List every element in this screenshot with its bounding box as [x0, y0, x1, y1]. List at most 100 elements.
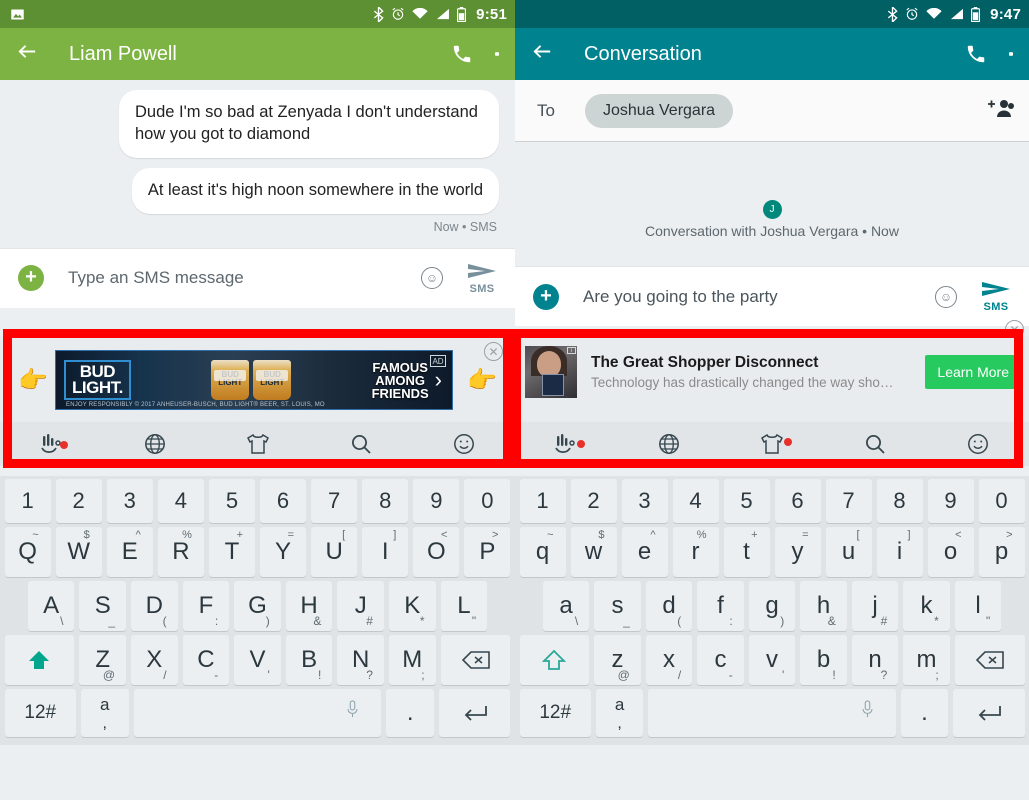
key-g[interactable]: G) — [234, 581, 281, 631]
key-6[interactable]: 6 — [260, 479, 307, 523]
key-e[interactable]: e ^ — [621, 527, 668, 577]
add-people-icon[interactable] — [987, 97, 1015, 124]
key-k[interactable]: K * — [388, 581, 436, 631]
key-q[interactable]: Q ~ — [4, 527, 51, 577]
key-0[interactable]: 0 — [464, 479, 511, 523]
key-f[interactable]: f: — [697, 581, 744, 631]
search-icon[interactable] — [823, 432, 926, 456]
key-language[interactable]: a , — [595, 689, 644, 737]
key-t[interactable]: T + — [208, 527, 255, 577]
key-z[interactable]: Z @ — [79, 635, 127, 685]
call-button[interactable] — [451, 43, 473, 65]
key-i[interactable]: i] — [876, 527, 923, 577]
ad-chevron-icon[interactable]: › — [435, 367, 442, 393]
touchpal-icon[interactable] — [515, 432, 618, 456]
key-backspace[interactable] — [954, 635, 1025, 685]
key-h[interactable]: H & — [285, 581, 333, 631]
key-i[interactable]: I] — [362, 527, 409, 577]
call-button[interactable] — [965, 43, 987, 65]
key-j[interactable]: j # — [851, 581, 899, 631]
ad-close-icon[interactable]: ✕ — [484, 342, 503, 361]
key-0[interactable]: 0 — [978, 479, 1025, 523]
key-f[interactable]: F: — [182, 581, 230, 631]
key-x[interactable]: X / — [131, 635, 178, 685]
key-e[interactable]: E ^ — [106, 527, 153, 577]
key-7[interactable]: 7 — [311, 479, 358, 523]
message-input[interactable]: Are you going to the party — [583, 287, 935, 307]
key-n[interactable]: n? — [851, 635, 899, 685]
search-icon[interactable] — [309, 432, 412, 456]
key-numsym[interactable]: 12# — [519, 689, 591, 737]
key-4[interactable]: 4 — [157, 479, 204, 523]
emoji-icon[interactable]: ☺ — [935, 285, 957, 308]
key-space[interactable] — [648, 689, 896, 737]
key-v[interactable]: v ' — [748, 635, 796, 685]
key-2[interactable]: 2 — [570, 479, 617, 523]
overflow-menu-button[interactable] — [495, 50, 499, 59]
key-a[interactable]: a \ — [542, 581, 590, 631]
key-language[interactable]: a , — [80, 689, 129, 737]
emoji-icon[interactable] — [926, 432, 1029, 456]
key-r[interactable]: R% — [157, 527, 204, 577]
key-x[interactable]: x / — [645, 635, 693, 685]
key-5[interactable]: 5 — [723, 479, 770, 523]
key-k[interactable]: k * — [903, 581, 950, 631]
key-shift[interactable] — [4, 635, 75, 685]
recipient-chip[interactable]: Joshua Vergara — [584, 93, 734, 128]
key-y[interactable]: Y = — [260, 527, 307, 577]
key-r[interactable]: r% — [672, 527, 719, 577]
key-l[interactable]: l " — [954, 581, 1002, 631]
key-3[interactable]: 3 — [621, 479, 668, 523]
key-m[interactable]: M; — [388, 635, 436, 685]
globe-icon[interactable] — [103, 432, 206, 456]
key-l[interactable]: L " — [440, 581, 488, 631]
tshirt-icon[interactable] — [721, 432, 824, 456]
key-1[interactable]: 1 — [4, 479, 51, 523]
mic-icon[interactable] — [861, 697, 874, 725]
key-q[interactable]: q ~ — [519, 527, 566, 577]
send-button[interactable]: SMS — [975, 280, 1017, 313]
emoji-icon[interactable]: ☺ — [421, 267, 443, 290]
key-7[interactable]: 7 — [825, 479, 872, 523]
back-arrow-icon[interactable] — [531, 40, 554, 68]
key-g[interactable]: g) — [748, 581, 796, 631]
key-period[interactable]: . — [900, 689, 949, 737]
key-o[interactable]: O < — [413, 527, 460, 577]
attach-button[interactable]: + — [18, 265, 44, 292]
key-a[interactable]: A \ — [27, 581, 75, 631]
key-6[interactable]: 6 — [774, 479, 821, 523]
key-p[interactable]: p > — [978, 527, 1025, 577]
ad-banner[interactable]: ✕ 👉 👉 BUD LIGHT. BUD LIGHT BUD LIGHT FAMO… — [0, 336, 515, 422]
key-period[interactable]: . — [386, 689, 435, 737]
key-backspace[interactable] — [440, 635, 511, 685]
ad-creative[interactable]: BUD LIGHT. BUD LIGHT BUD LIGHT FAMOUS AMO… — [55, 350, 453, 410]
key-space[interactable] — [133, 689, 382, 737]
overflow-menu-button[interactable] — [1009, 50, 1013, 59]
message-bubble[interactable]: At least it's high noon somewhere in the… — [131, 167, 499, 214]
key-s[interactable]: s _ — [594, 581, 641, 631]
key-8[interactable]: 8 — [876, 479, 923, 523]
tshirt-icon[interactable] — [206, 432, 309, 456]
key-n[interactable]: N? — [337, 635, 384, 685]
key-j[interactable]: J # — [337, 581, 384, 631]
key-8[interactable]: 8 — [362, 479, 409, 523]
adchoices-icon[interactable]: AD — [430, 355, 446, 367]
key-b[interactable]: b! — [800, 635, 847, 685]
emoji-icon[interactable] — [412, 432, 515, 456]
key-4[interactable]: 4 — [672, 479, 719, 523]
key-c[interactable]: c- — [697, 635, 744, 685]
key-d[interactable]: D( — [131, 581, 178, 631]
key-w[interactable]: w $ — [570, 527, 617, 577]
touchpal-icon[interactable] — [0, 432, 103, 456]
key-h[interactable]: h & — [800, 581, 847, 631]
key-enter[interactable] — [953, 689, 1025, 737]
key-u[interactable]: u[ — [825, 527, 872, 577]
message-bubble[interactable]: Dude I'm so bad at Zenyada I don't under… — [119, 90, 499, 158]
key-1[interactable]: 1 — [519, 479, 566, 523]
key-d[interactable]: d( — [645, 581, 693, 631]
key-3[interactable]: 3 — [106, 479, 153, 523]
ad-banner[interactable]: i The Great Shopper Disconnect Technolog… — [515, 336, 1029, 422]
ad-cta-button[interactable]: Learn More — [925, 355, 1021, 389]
key-v[interactable]: V ' — [234, 635, 281, 685]
key-c[interactable]: C- — [182, 635, 230, 685]
